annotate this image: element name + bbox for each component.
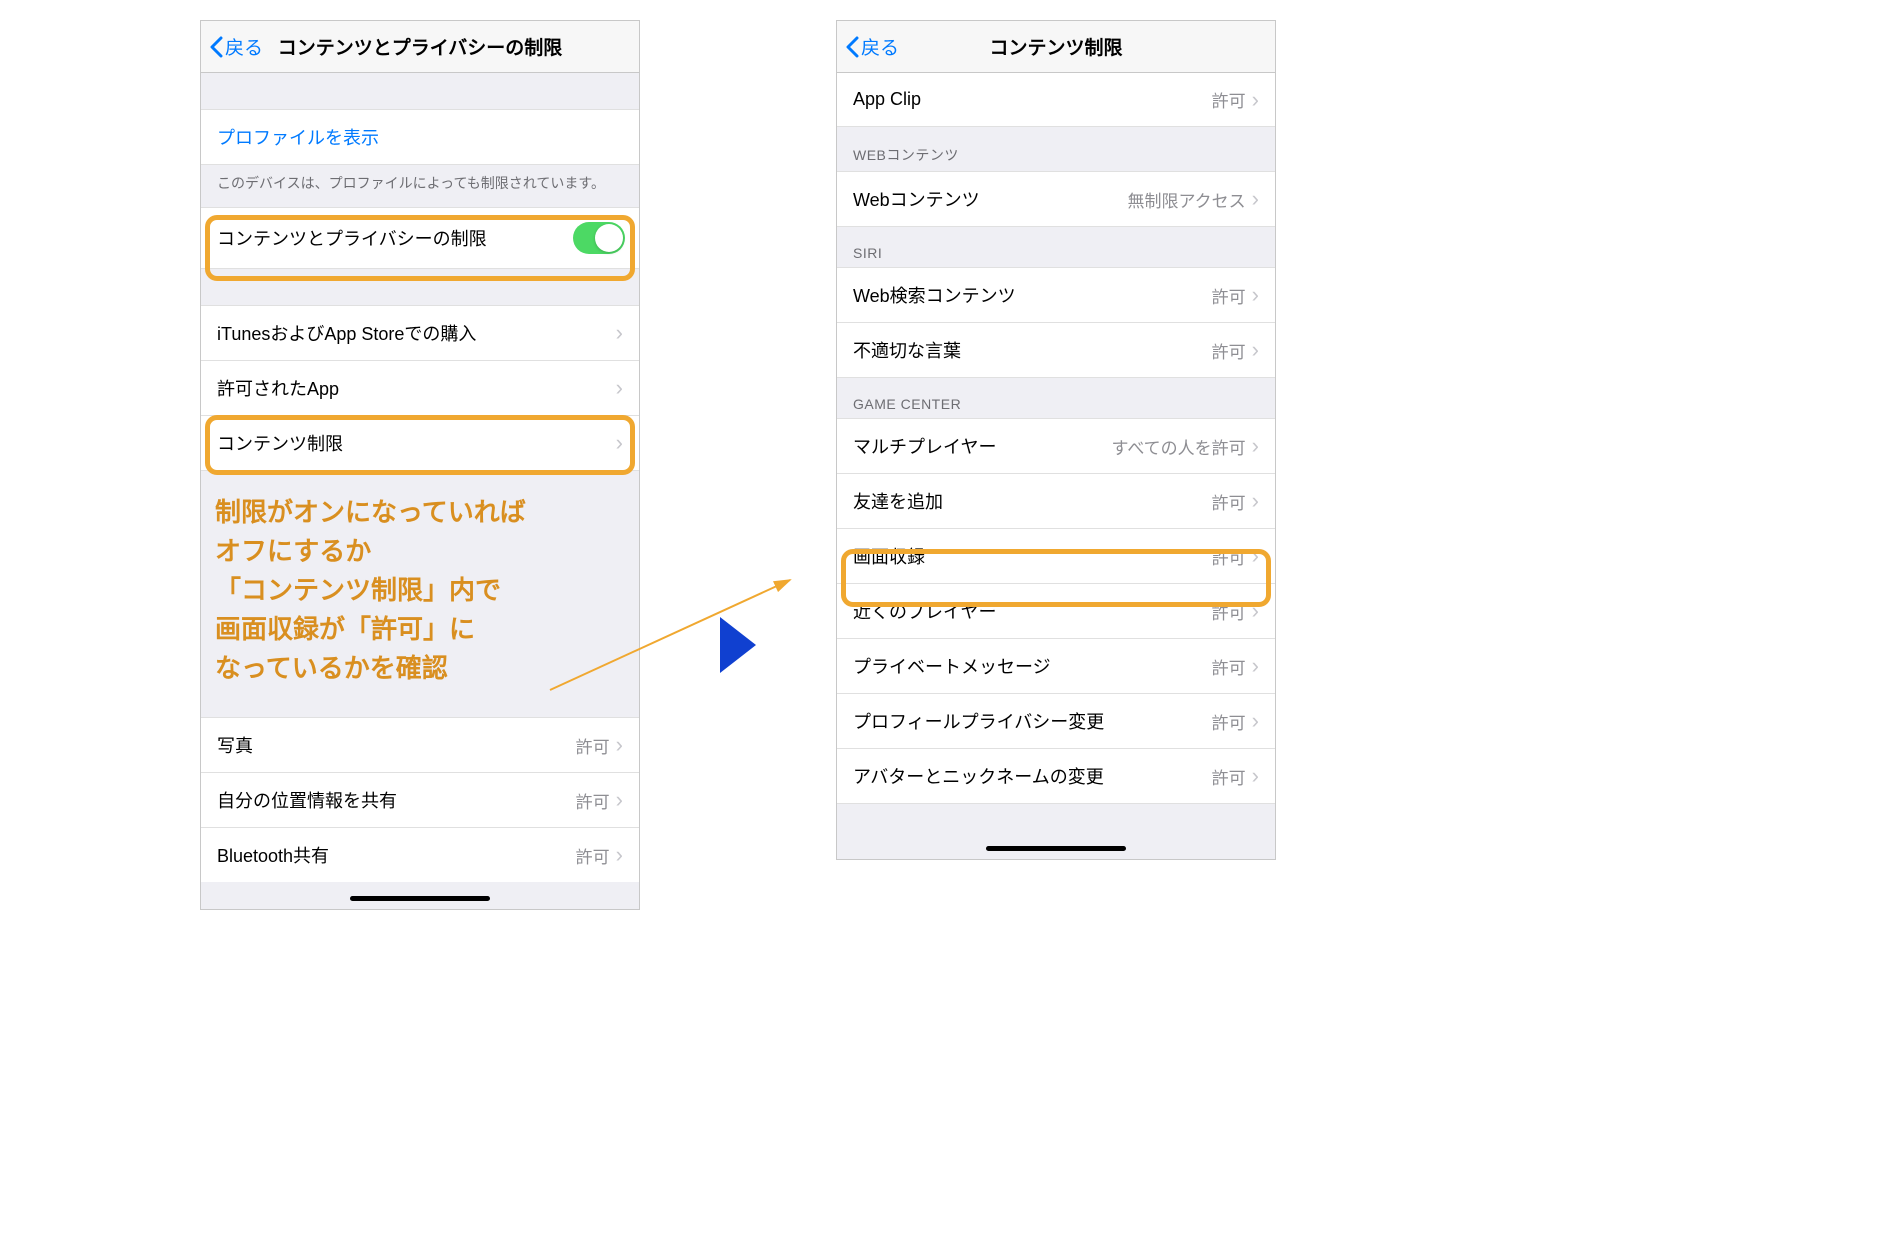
back-button[interactable]: 戻る xyxy=(837,33,899,60)
page-title: コンテンツとプライバシーの制限 xyxy=(278,33,563,60)
row-label: Webコンテンツ xyxy=(853,186,1128,212)
chevron-right-icon: › xyxy=(1252,545,1259,567)
chevron-right-icon: › xyxy=(616,844,623,866)
page-title: コンテンツ制限 xyxy=(989,33,1122,60)
row-label: 友達を追加 xyxy=(853,488,1212,514)
home-indicator xyxy=(201,890,639,909)
row-value: 許可 xyxy=(1212,599,1246,624)
explicit-language-row[interactable]: 不適切な言葉 許可 › xyxy=(837,323,1275,378)
chevron-right-icon: › xyxy=(1252,710,1259,732)
chevron-right-icon: › xyxy=(1252,339,1259,361)
row-value: 許可 xyxy=(1212,764,1246,789)
section-header-gamecenter: GAME CENTER xyxy=(837,378,1275,418)
chevron-left-icon xyxy=(845,36,859,58)
chevron-right-icon: › xyxy=(1252,765,1259,787)
multiplayer-row[interactable]: マルチプレイヤー すべての人を許可 › xyxy=(837,418,1275,474)
row-value: 許可 xyxy=(1212,709,1246,734)
chevron-right-icon: › xyxy=(1252,655,1259,677)
chevron-right-icon: › xyxy=(1252,435,1259,457)
row-label: 自分の位置情報を共有 xyxy=(217,787,576,813)
row-label: iTunesおよびApp Storeでの購入 xyxy=(217,320,616,346)
nav-bar: 戻る コンテンツ制限 xyxy=(837,21,1275,73)
section-header-web: WEBコンテンツ xyxy=(837,127,1275,171)
add-friends-row[interactable]: 友達を追加 許可 › xyxy=(837,474,1275,529)
row-label: 写真 xyxy=(217,732,576,758)
row-label: App Clip xyxy=(853,89,1212,110)
row-value: 許可 xyxy=(576,788,610,813)
row-label: マルチプレイヤー xyxy=(853,433,1112,459)
toggle-switch[interactable] xyxy=(573,222,625,254)
row-label: コンテンツ制限 xyxy=(217,430,616,456)
chevron-right-icon: › xyxy=(1252,600,1259,622)
row-value: 許可 xyxy=(1212,654,1246,679)
avatar-nickname-row[interactable]: アバターとニックネームの変更 許可 › xyxy=(837,749,1275,804)
nav-bar: 戻る コンテンツとプライバシーの制限 xyxy=(201,21,639,73)
row-value: 許可 xyxy=(1212,87,1246,112)
content-restrictions-row[interactable]: コンテンツ制限 › xyxy=(201,416,639,471)
chevron-right-icon: › xyxy=(616,432,623,454)
chevron-right-icon: › xyxy=(1252,284,1259,306)
row-value: 許可 xyxy=(1212,338,1246,363)
bluetooth-share-row[interactable]: Bluetooth共有 許可 › xyxy=(201,828,639,882)
web-content-row[interactable]: Webコンテンツ 無制限アクセス › xyxy=(837,171,1275,227)
link-label: プロファイルを表示 xyxy=(217,124,623,150)
appclip-row[interactable]: App Clip 許可 › xyxy=(837,73,1275,127)
chevron-right-icon: › xyxy=(616,789,623,811)
row-value: 許可 xyxy=(1212,544,1246,569)
row-value: 無制限アクセス xyxy=(1128,187,1246,212)
row-value: 許可 xyxy=(576,843,610,868)
itunes-purchases-row[interactable]: iTunesおよびApp Storeでの購入 › xyxy=(201,305,639,361)
allowed-apps-row[interactable]: 許可されたApp › xyxy=(201,361,639,416)
chevron-right-icon: › xyxy=(1252,188,1259,210)
row-value: 許可 xyxy=(1212,283,1246,308)
row-label: アバターとニックネームの変更 xyxy=(853,763,1212,789)
chevron-right-icon: › xyxy=(616,322,623,344)
back-label: 戻る xyxy=(861,33,899,60)
web-search-row[interactable]: Web検索コンテンツ 許可 › xyxy=(837,267,1275,323)
row-value: 許可 xyxy=(1212,489,1246,514)
left-screenshot: 戻る コンテンツとプライバシーの制限 プロファイルを表示 このデバイスは、プロフ… xyxy=(200,20,640,910)
row-label: Web検索コンテンツ xyxy=(853,282,1212,308)
back-button[interactable]: 戻る xyxy=(201,33,263,60)
row-label: Bluetooth共有 xyxy=(217,842,576,868)
chevron-right-icon: › xyxy=(616,377,623,399)
chevron-right-icon: › xyxy=(1252,89,1259,111)
profile-footer: このデバイスは、プロファイルによっても制限されています。 xyxy=(201,165,639,207)
chevron-left-icon xyxy=(209,36,223,58)
annotation-text: 制限がオンになっていればオフにするか「コンテンツ制限」内で画面収録が「許可」にな… xyxy=(215,493,635,688)
restrict-toggle-row[interactable]: コンテンツとプライバシーの制限 xyxy=(201,207,639,269)
back-label: 戻る xyxy=(225,33,263,60)
row-label: 許可されたApp xyxy=(217,375,616,401)
chevron-right-icon: › xyxy=(1252,490,1259,512)
show-profile-link[interactable]: プロファイルを表示 xyxy=(201,109,639,165)
toggle-label: コンテンツとプライバシーの制限 xyxy=(217,225,573,251)
section-header-siri: SIRI xyxy=(837,227,1275,267)
home-indicator xyxy=(837,840,1275,859)
row-label: 不適切な言葉 xyxy=(853,337,1212,363)
share-location-row[interactable]: 自分の位置情報を共有 許可 › xyxy=(201,773,639,828)
row-value: すべての人を許可 xyxy=(1112,434,1246,459)
